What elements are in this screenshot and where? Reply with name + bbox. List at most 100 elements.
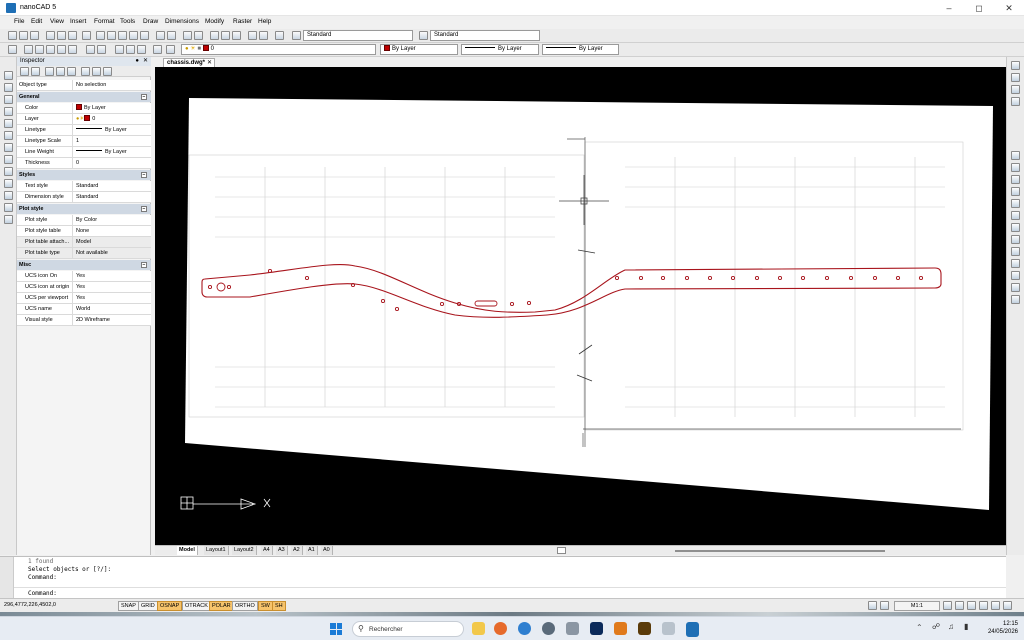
photoshop-icon[interactable]: [590, 622, 603, 635]
property-row[interactable]: Plot style By Color: [17, 215, 151, 226]
publish-icon[interactable]: [68, 31, 77, 40]
tab-a3[interactable]: A3: [276, 546, 288, 555]
print-preview-icon[interactable]: [57, 31, 66, 40]
sh-toggle[interactable]: SH: [272, 601, 286, 611]
paste-block-icon[interactable]: [129, 31, 138, 40]
file-explorer-icon[interactable]: [472, 622, 485, 635]
text-style-select[interactable]: Standard: [303, 30, 413, 41]
property-row[interactable]: UCS icon at origin Yes: [17, 282, 151, 293]
property-row[interactable]: UCS icon On Yes: [17, 271, 151, 282]
menu-raster[interactable]: Raster: [233, 18, 252, 25]
menu-format[interactable]: Format: [94, 18, 115, 25]
insert-block-icon[interactable]: [126, 45, 135, 54]
close-icon[interactable]: ✕: [994, 0, 1024, 16]
quick-select-icon[interactable]: [56, 67, 65, 76]
property-row[interactable]: Plot table type Not available: [17, 248, 151, 259]
windows-start-icon[interactable]: [330, 623, 342, 635]
property-row[interactable]: Plot table attach... Model: [17, 237, 151, 248]
edit-explode-icon[interactable]: [1011, 295, 1020, 304]
tab-a4[interactable]: A4: [261, 546, 273, 555]
menu-view[interactable]: View: [50, 18, 64, 25]
osnap-toggle[interactable]: OSNAP: [157, 601, 183, 611]
alien-app-icon[interactable]: [542, 622, 555, 635]
layout-settings-icon[interactable]: [557, 547, 566, 554]
redo-icon[interactable]: [167, 31, 176, 40]
properties-icon[interactable]: [248, 31, 257, 40]
move-icon[interactable]: [24, 45, 33, 54]
section-misc[interactable]: Misc −: [17, 260, 151, 270]
ortho-toggle[interactable]: ORTHO: [232, 601, 258, 611]
design-center-icon[interactable]: [259, 31, 268, 40]
tool-app-icon[interactable]: [662, 622, 675, 635]
tab-a1[interactable]: A1: [306, 546, 318, 555]
block-icon[interactable]: [115, 45, 124, 54]
pin-icon[interactable]: ●: [135, 57, 139, 66]
document-tab[interactable]: chassis.dwg* ✕: [163, 58, 215, 67]
clipboard-icon[interactable]: [140, 31, 149, 40]
property-row[interactable]: Color By Layer: [17, 103, 151, 114]
help-icon[interactable]: [275, 31, 284, 40]
edit-extend-icon[interactable]: [1011, 271, 1020, 280]
save-icon[interactable]: [30, 31, 39, 40]
system-clock[interactable]: 12:15 24/05/2026: [982, 620, 1018, 636]
calculator-icon[interactable]: [566, 622, 579, 635]
bridge-icon[interactable]: [638, 622, 651, 635]
menu-modify[interactable]: Modify: [205, 18, 224, 25]
section-styles[interactable]: Styles −: [17, 170, 151, 180]
dimension-icon[interactable]: [97, 45, 106, 54]
print-icon[interactable]: [46, 31, 55, 40]
snap-node-icon[interactable]: [1011, 97, 1020, 106]
polygon-tool-icon[interactable]: [4, 131, 13, 140]
snap-center-icon[interactable]: [1011, 85, 1020, 94]
toggle-pickadd-icon[interactable]: [67, 67, 76, 76]
mirror-icon[interactable]: [46, 45, 55, 54]
taskbar-search-box[interactable]: ⚲ Rechercher: [352, 621, 464, 637]
copy-icon[interactable]: [107, 31, 116, 40]
menu-file[interactable]: File: [14, 18, 24, 25]
dimension-style-select[interactable]: Standard: [430, 30, 540, 41]
sw-toggle[interactable]: SW: [258, 601, 273, 611]
command-input[interactable]: Command:: [28, 590, 57, 597]
menu-dimensions[interactable]: Dimensions: [165, 18, 199, 25]
select-objects-icon[interactable]: [45, 67, 54, 76]
drawing-canvas[interactable]: [155, 67, 1006, 545]
property-row[interactable]: UCS name World: [17, 304, 151, 315]
menu-draw[interactable]: Draw: [143, 18, 158, 25]
horizontal-scrollbar[interactable]: [675, 550, 885, 552]
edit-fillet-icon[interactable]: [1011, 283, 1020, 292]
tab-a0[interactable]: A0: [321, 546, 333, 555]
settings-icon[interactable]: [92, 67, 101, 76]
cut-icon[interactable]: [96, 31, 105, 40]
zoom-realtime-icon[interactable]: [194, 31, 203, 40]
edit-move-icon[interactable]: [1011, 211, 1020, 220]
text-tool-icon[interactable]: [4, 179, 13, 188]
array-icon[interactable]: [57, 45, 66, 54]
nanocad-taskbar-icon[interactable]: [686, 622, 699, 635]
menu-edit[interactable]: Edit: [31, 18, 42, 25]
property-row[interactable]: Line Weight By Layer: [17, 147, 151, 158]
lineweight-select[interactable]: By Layer: [542, 44, 619, 55]
edit-offset-icon[interactable]: [1011, 187, 1020, 196]
chevron-up-icon[interactable]: ⌃: [916, 623, 923, 632]
alphabetical-icon[interactable]: [31, 67, 40, 76]
spline-tool-icon[interactable]: [4, 155, 13, 164]
edit-trim-icon[interactable]: [1011, 259, 1020, 268]
draw-toolbar-icon[interactable]: [8, 45, 17, 54]
maximize-icon[interactable]: ◻: [964, 0, 994, 16]
tab-model[interactable]: Model: [177, 546, 198, 555]
text-style-icon[interactable]: [292, 31, 301, 40]
collapse-icon[interactable]: −: [141, 262, 147, 268]
linetype-select[interactable]: By Layer: [461, 44, 539, 55]
snap-midpoint-icon[interactable]: [1011, 73, 1020, 82]
object-type-row[interactable]: Object type No selection: [17, 80, 151, 91]
dimension-style-icon[interactable]: [419, 31, 428, 40]
edit-scale-icon[interactable]: [1011, 235, 1020, 244]
zoom-extents-icon[interactable]: [221, 31, 230, 40]
zoom-in-icon[interactable]: [943, 601, 952, 610]
polyline-tool-icon[interactable]: [4, 83, 13, 92]
edit-copy-icon[interactable]: [1011, 163, 1020, 172]
table-tool-icon[interactable]: [4, 215, 13, 224]
layer-select[interactable]: ● ☀ ■ 0: [181, 44, 376, 55]
zoom-extents-status-icon[interactable]: [967, 601, 976, 610]
minimize-icon[interactable]: –: [934, 0, 964, 16]
